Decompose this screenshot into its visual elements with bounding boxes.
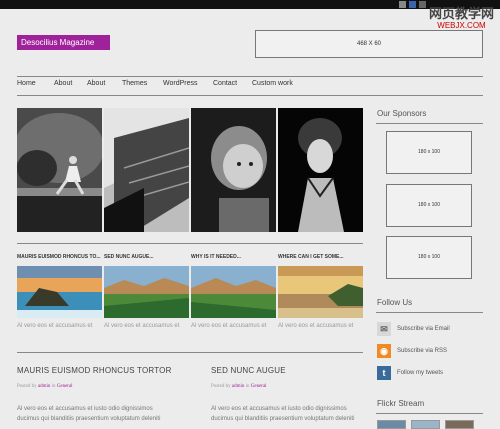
follow-divider: [376, 312, 483, 313]
site-logo[interactable]: Desocilius Magazine: [17, 35, 110, 50]
top-bar-icons: [399, 1, 426, 8]
thumb-image-4[interactable]: [278, 266, 363, 318]
thumb-title-4[interactable]: WHERE CAN I GET SOME...: [278, 254, 344, 260]
post-body-line: Al vero eos et accusamus et iusto odio d…: [17, 406, 153, 412]
thumb-image-2[interactable]: [104, 266, 189, 318]
featured-divider: [17, 243, 363, 244]
twitter-icon: t: [377, 366, 391, 380]
post-meta-prefix: Posted by: [211, 384, 231, 389]
featured-photo-child[interactable]: [191, 108, 276, 232]
thumb-image-1[interactable]: [17, 266, 102, 318]
thumb-title-1[interactable]: MAURIS EUISMOD RHONCUS TO...: [17, 254, 101, 260]
small-grid-icon[interactable]: [419, 1, 426, 8]
nav-item-themes[interactable]: Themes: [122, 80, 147, 87]
nav-item-contact[interactable]: Contact: [213, 80, 237, 87]
small-grey-icon[interactable]: [399, 1, 406, 8]
thumb-title-3[interactable]: WHY IS IT NEEDED...: [191, 254, 241, 260]
watermark-title: 网页教学网: [428, 7, 494, 22]
flickr-thumb[interactable]: [411, 420, 440, 429]
watermark: 网页教学网 WEBJX.COM: [429, 8, 494, 30]
follow-twitter[interactable]: t Follow my tweets: [377, 366, 443, 380]
follow-email-label: Subscribe via Email: [397, 326, 450, 332]
post-author-link[interactable]: admin: [232, 384, 245, 389]
rss-icon: ◉: [377, 344, 391, 358]
nav-item-about[interactable]: About: [54, 80, 72, 87]
nav-item-home[interactable]: Home: [17, 80, 36, 87]
thumb-excerpt-1: Al vero eos et accusamus et: [17, 323, 93, 329]
featured-photo-car[interactable]: [104, 108, 189, 232]
header-ad-banner[interactable]: 468 X 60: [255, 30, 483, 58]
thumb-image-3[interactable]: [191, 266, 276, 318]
post-meta-in: in: [51, 384, 56, 389]
post-body-1: Al vero eos et accusamus et iusto odio d…: [17, 404, 160, 424]
sponsors-heading: Our Sponsors: [377, 109, 427, 118]
flickr-heading: Flickr Stream: [377, 399, 425, 408]
posts-divider: [17, 352, 363, 353]
follow-twitter-label: Follow my tweets: [397, 370, 444, 376]
thumb-excerpt-4: Al vero eos et accusamus et: [278, 323, 354, 329]
post-category-link[interactable]: General: [57, 384, 73, 389]
post-title-2[interactable]: SED NUNC AUGUE: [211, 366, 286, 375]
post-body-line: ducimus qui blanditiis praesentium volup…: [211, 416, 355, 422]
follow-email[interactable]: ✉ Subscribe via Email: [377, 322, 450, 336]
email-icon: ✉: [377, 322, 391, 336]
featured-photo-woman[interactable]: [278, 108, 363, 232]
watermark-url: WEBJX.COM: [437, 21, 486, 30]
post-author-link[interactable]: admin: [38, 384, 51, 389]
sponsors-divider: [376, 123, 483, 124]
post-body-2: Al vero eos et accusamus et iusto odio d…: [211, 404, 354, 424]
post-body-line: Al vero eos et accusamus et iusto odio d…: [211, 406, 347, 412]
thumb-excerpt-3: Al vero eos et accusamus et: [191, 323, 267, 329]
small-blue-icon[interactable]: [409, 1, 416, 8]
post-meta-1: Posted by admin in General: [17, 384, 73, 389]
nav-item-about-2[interactable]: About: [87, 80, 105, 87]
featured-photo-runner[interactable]: [17, 108, 102, 232]
sponsor-ad-1[interactable]: 180 x 100: [386, 131, 472, 174]
sponsor-ad-3[interactable]: 180 x 100: [386, 236, 472, 279]
nav-bottom-divider: [17, 95, 483, 96]
flickr-thumb[interactable]: [445, 420, 474, 429]
post-title-1[interactable]: MAURIS EUISMOD RHONCUS TORTOR: [17, 366, 172, 375]
flickr-thumb[interactable]: [377, 420, 406, 429]
follow-rss[interactable]: ◉ Subscribe via RSS: [377, 344, 447, 358]
post-meta-2: Posted by admin in General: [211, 384, 267, 389]
flickr-divider: [376, 413, 483, 414]
follow-heading: Follow Us: [377, 298, 413, 307]
post-meta-in: in: [245, 384, 250, 389]
top-bar: [0, 0, 500, 9]
thumb-title-2[interactable]: SED NUNC AUGUE...: [104, 254, 154, 260]
nav-item-wordpress[interactable]: WordPress: [163, 80, 198, 87]
follow-rss-label: Subscribe via RSS: [397, 348, 448, 354]
nav-top-divider: [17, 76, 483, 77]
post-category-link[interactable]: General: [251, 384, 267, 389]
sponsor-ad-2[interactable]: 180 x 100: [386, 184, 472, 227]
thumb-excerpt-2: Al vero eos et accusamus et: [104, 323, 180, 329]
nav-item-custom-work[interactable]: Custom work: [252, 80, 293, 87]
post-meta-prefix: Posted by: [17, 384, 37, 389]
post-body-line: ducimus qui blanditiis praesentium volup…: [17, 416, 161, 422]
